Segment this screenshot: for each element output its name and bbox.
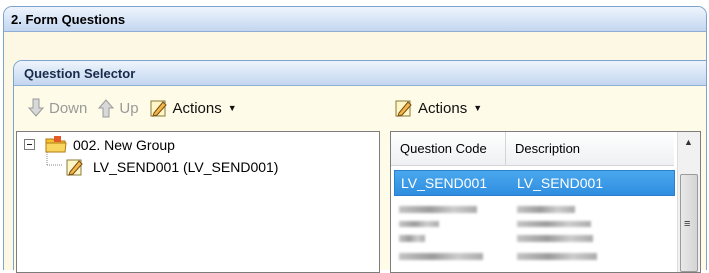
scrollbar-grip-icon: ≡ [684,218,691,230]
blurred-text [399,253,483,260]
form-questions-title: 2. Form Questions [11,11,126,27]
column-header-description[interactable]: Description [506,132,674,165]
column-header-question-code[interactable]: Question Code [391,132,506,165]
blurred-text [517,253,597,260]
column-header-question-code-label: Question Code [400,141,487,156]
question-list[interactable]: Question Code Description LV_SEND001 LV_… [390,131,701,273]
blurred-text [399,221,439,227]
question-list-header: Question Code Description [391,132,674,166]
expand-collapse-icon[interactable] [24,139,36,151]
left-actions-label: Actions [172,99,222,117]
scroll-up-icon[interactable]: ▲ [684,137,693,147]
chevron-down-icon: ▼ [473,103,483,113]
document-edit-icon [66,159,83,176]
blurred-text [399,235,425,242]
pencil-edit-icon [150,100,167,117]
blurred-text [517,235,593,242]
selected-question-code: LV_SEND001 [401,175,488,191]
pencil-edit-icon [395,100,412,117]
left-toolbar: Down Up Actions ▼ [27,98,247,118]
blurred-text [399,206,477,213]
arrow-down-icon [27,98,45,117]
chevron-down-icon: ▼ [227,103,237,113]
arrow-up-icon [98,99,115,118]
blurred-text [517,221,591,227]
column-header-description-label: Description [515,141,581,156]
left-actions-button[interactable]: Actions ▼ [149,98,237,118]
list-item-selected[interactable]: LV_SEND001 LV_SEND001 [394,170,675,196]
up-label: Up [119,99,139,117]
right-toolbar: Actions ▼ [394,98,492,118]
down-label: Down [49,99,88,117]
tree-node-question[interactable]: LV_SEND001 (LV_SEND001) [65,157,278,177]
selected-question-description: LV_SEND001 [517,175,604,191]
folder-icon [45,136,67,153]
question-selector-title: Question Selector [24,65,136,81]
blurred-text [517,206,575,213]
form-questions-header: 2. Form Questions [4,7,706,32]
right-actions-button[interactable]: Actions ▼ [394,98,482,118]
up-button[interactable]: Up [97,98,139,118]
question-selector-header: Question Selector [14,61,706,86]
right-actions-label: Actions [418,99,468,117]
tree-question-label: LV_SEND001 (LV_SEND001) [93,159,279,175]
tree-node-group[interactable]: 002. New Group [24,136,175,154]
down-button[interactable]: Down [27,98,87,118]
question-tree[interactable]: 002. New Group LV_SEND001 (LV_SEND001) [16,131,380,273]
vertical-scrollbar[interactable]: ▲ ≡ [677,132,700,272]
tree-group-label: 002. New Group [73,137,175,153]
